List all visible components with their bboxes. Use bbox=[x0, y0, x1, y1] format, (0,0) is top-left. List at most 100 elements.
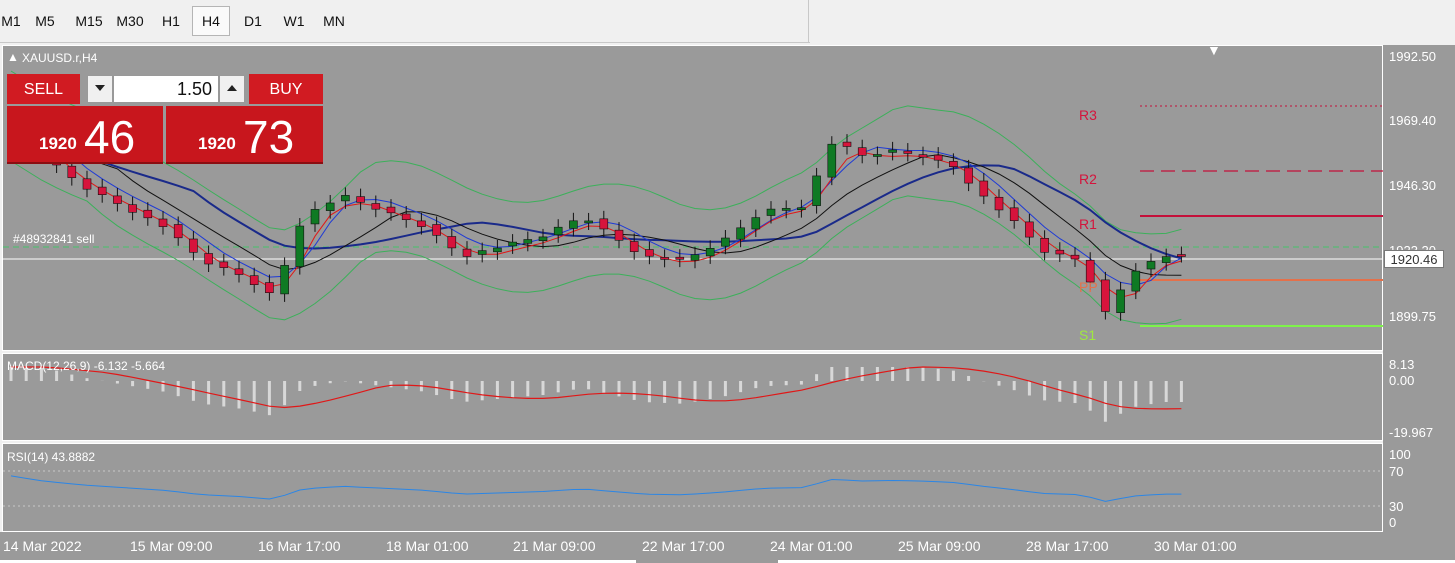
candle-body bbox=[310, 209, 320, 225]
candle-body bbox=[584, 220, 593, 224]
rsi-canvas[interactable] bbox=[3, 444, 1384, 533]
candle-body bbox=[401, 213, 411, 220]
candle-body bbox=[1025, 221, 1034, 238]
candle-body bbox=[1146, 261, 1156, 270]
candle-body bbox=[599, 218, 609, 230]
timeframe-w1-button[interactable]: W1 bbox=[274, 6, 314, 36]
sell-price-button[interactable]: 1920 46 bbox=[7, 106, 163, 164]
candle-body bbox=[538, 236, 548, 241]
buy-price-button[interactable]: 1920 73 bbox=[166, 106, 323, 164]
candle-body bbox=[462, 248, 472, 257]
sell-price-prefix: 1920 bbox=[39, 134, 77, 153]
candle-body bbox=[295, 225, 305, 267]
candle-body bbox=[477, 250, 487, 255]
candle-body bbox=[1070, 254, 1080, 260]
candle-body bbox=[660, 257, 669, 260]
rsi-line bbox=[10, 475, 1182, 502]
timeframe-m30-button[interactable]: M30 bbox=[110, 6, 150, 36]
candle-body bbox=[280, 265, 289, 295]
lot-increase-button[interactable] bbox=[219, 75, 245, 103]
rsi-axis-label: 30 bbox=[1389, 499, 1404, 514]
lot-decrease-button[interactable] bbox=[87, 75, 113, 103]
time-axis-label: 16 Mar 17:00 bbox=[258, 538, 341, 554]
timeframe-m1-button[interactable]: M1 bbox=[0, 6, 22, 36]
candle-body bbox=[979, 180, 989, 197]
candle-body bbox=[888, 149, 897, 153]
macd-canvas[interactable] bbox=[3, 354, 1384, 442]
candle-body bbox=[447, 236, 457, 249]
candle-body bbox=[705, 248, 715, 257]
candle-body bbox=[493, 247, 502, 253]
order-label[interactable]: #48932841 sell bbox=[13, 232, 94, 246]
candle-body bbox=[736, 227, 745, 240]
timeframe-d1-button[interactable]: D1 bbox=[234, 6, 272, 36]
time-axis-label: 24 Mar 01:00 bbox=[770, 538, 853, 554]
pivot-s1-label: S1 bbox=[1079, 327, 1097, 343]
candle-body bbox=[204, 253, 213, 265]
buy-button[interactable]: BUY bbox=[249, 74, 323, 104]
rsi-axis-label: 70 bbox=[1389, 464, 1404, 479]
timeframe-h4-button[interactable]: H4 bbox=[192, 6, 230, 36]
sell-price-pips: 46 bbox=[84, 111, 136, 163]
candle-body bbox=[964, 167, 973, 184]
pivot-r3-label: R3 bbox=[1079, 107, 1097, 123]
candle-body bbox=[341, 195, 350, 202]
timeframe-mn-button[interactable]: MN bbox=[314, 6, 354, 36]
candle-body bbox=[97, 186, 107, 196]
timeframe-h1-button[interactable]: H1 bbox=[152, 6, 190, 36]
lot-size-input[interactable] bbox=[113, 75, 219, 103]
candle-body bbox=[675, 256, 685, 260]
time-axis-label: 28 Mar 17:00 bbox=[1026, 538, 1109, 554]
candle-body bbox=[690, 254, 700, 261]
candle-body bbox=[645, 249, 654, 257]
candle-body bbox=[873, 154, 882, 157]
price-axis-label: 1899.75 bbox=[1389, 309, 1436, 324]
candle-body bbox=[158, 218, 168, 227]
macd-pane[interactable]: MACD(12,26,9) -6.132 -5.664 bbox=[2, 353, 1383, 441]
candle-body bbox=[918, 154, 928, 158]
candle-body bbox=[1161, 256, 1171, 263]
time-axis-label: 22 Mar 17:00 bbox=[642, 538, 725, 554]
macd-signal-line bbox=[11, 366, 1182, 410]
sell-button[interactable]: SELL bbox=[7, 74, 80, 104]
candle-body bbox=[82, 178, 92, 190]
candle-body bbox=[173, 224, 183, 239]
rsi-label: RSI(14) 43.8882 bbox=[7, 450, 96, 464]
candle-body bbox=[629, 241, 639, 252]
candle-body bbox=[143, 209, 153, 219]
candle-body bbox=[234, 268, 244, 275]
macd-axis-label: 0.00 bbox=[1389, 373, 1415, 388]
candle-body bbox=[903, 150, 913, 154]
price-axis-label: 1946.30 bbox=[1389, 178, 1436, 193]
price-axis-label: 1969.40 bbox=[1389, 113, 1436, 128]
time-axis-label: 18 Mar 01:00 bbox=[386, 538, 469, 554]
candle-body bbox=[1040, 238, 1049, 253]
chevron-up-icon bbox=[227, 85, 237, 91]
chart-symbol-icon: ▲ bbox=[7, 50, 19, 64]
candle-body bbox=[812, 175, 821, 206]
macd-label: MACD(12,26,9) -6.132 -5.664 bbox=[7, 359, 166, 373]
candle-body bbox=[994, 196, 1004, 211]
candle-body bbox=[721, 237, 730, 247]
timeframe-m5-button[interactable]: M5 bbox=[26, 6, 64, 36]
candle-body bbox=[614, 229, 624, 241]
candle-body bbox=[219, 261, 229, 268]
candle-body bbox=[417, 220, 426, 227]
candle-body bbox=[249, 275, 259, 285]
rsi-pane[interactable]: RSI(14) 43.8882 bbox=[2, 443, 1384, 533]
chart-shift-marker-icon[interactable]: ▼ bbox=[1207, 42, 1221, 58]
candle-body bbox=[1101, 279, 1110, 312]
candle-body bbox=[128, 204, 137, 213]
price-axis-label: 1992.50 bbox=[1389, 49, 1436, 64]
timeframe-m15-button[interactable]: M15 bbox=[68, 6, 110, 36]
candle-body bbox=[325, 202, 335, 211]
rsi-axis-label: 0 bbox=[1389, 515, 1397, 530]
candle-body bbox=[67, 165, 77, 178]
macd-axis-label: 8.13 bbox=[1389, 357, 1415, 372]
candle-body bbox=[842, 141, 852, 147]
chevron-down-icon bbox=[95, 85, 105, 91]
candle-body bbox=[1177, 254, 1186, 257]
candle-body bbox=[569, 220, 578, 229]
price-chart-pane[interactable]: ▲ XAUUSD.r,H4 #48932841 sell R3 R2 R1 PP… bbox=[2, 42, 1384, 351]
candle-body bbox=[386, 206, 396, 214]
